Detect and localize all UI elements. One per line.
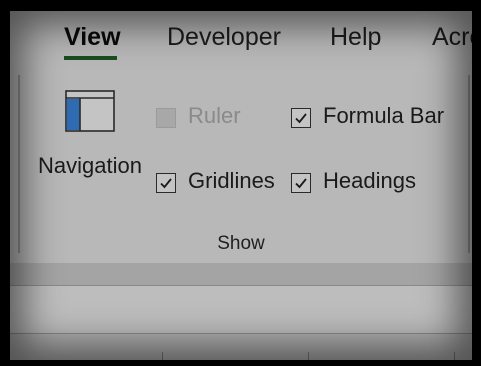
- active-tab-underline: [64, 56, 117, 60]
- navigation-pane-icon: [65, 90, 115, 132]
- show-group-label: Show: [217, 233, 265, 254]
- ruler-checkbox-box[interactable]: [156, 108, 176, 128]
- column-header-row: [10, 334, 472, 360]
- group-divider: [18, 75, 20, 253]
- ribbon-bottom-edge: [10, 263, 472, 286]
- gridlines-label: Gridlines: [188, 168, 275, 193]
- navigation-button[interactable]: Navigation: [36, 87, 148, 192]
- tab-help[interactable]: Help: [330, 23, 381, 52]
- ribbon-window: View Developer Help Acro Navigation Rule…: [10, 11, 472, 360]
- formula-bar-checkbox-box[interactable]: [291, 108, 311, 128]
- checkmark-icon: [295, 178, 307, 189]
- tab-view[interactable]: View: [64, 23, 121, 52]
- headings-checkbox[interactable]: Headings: [291, 168, 431, 199]
- checkmark-icon: [295, 113, 307, 124]
- column-separator[interactable]: [162, 352, 163, 360]
- column-separator[interactable]: [454, 352, 455, 360]
- formula-bar-area[interactable]: [10, 286, 472, 334]
- gridlines-checkbox-box[interactable]: [156, 173, 176, 193]
- ruler-checkbox[interactable]: Ruler: [156, 103, 256, 134]
- group-divider: [468, 75, 470, 253]
- formula-bar-checkbox[interactable]: Formula Bar: [291, 103, 461, 134]
- gridlines-checkbox[interactable]: Gridlines: [156, 168, 286, 199]
- formula-bar-label: Formula Bar: [323, 103, 445, 128]
- headings-label: Headings: [323, 168, 416, 193]
- headings-checkbox-box[interactable]: [291, 173, 311, 193]
- navigation-label: Navigation: [38, 153, 142, 178]
- ruler-label: Ruler: [188, 103, 241, 128]
- tab-developer[interactable]: Developer: [167, 23, 281, 52]
- ribbon-tab-bar: View Developer Help Acro: [10, 11, 472, 73]
- tab-acrobat[interactable]: Acro: [432, 23, 472, 52]
- checkmark-icon: [160, 178, 172, 189]
- column-separator[interactable]: [308, 352, 309, 360]
